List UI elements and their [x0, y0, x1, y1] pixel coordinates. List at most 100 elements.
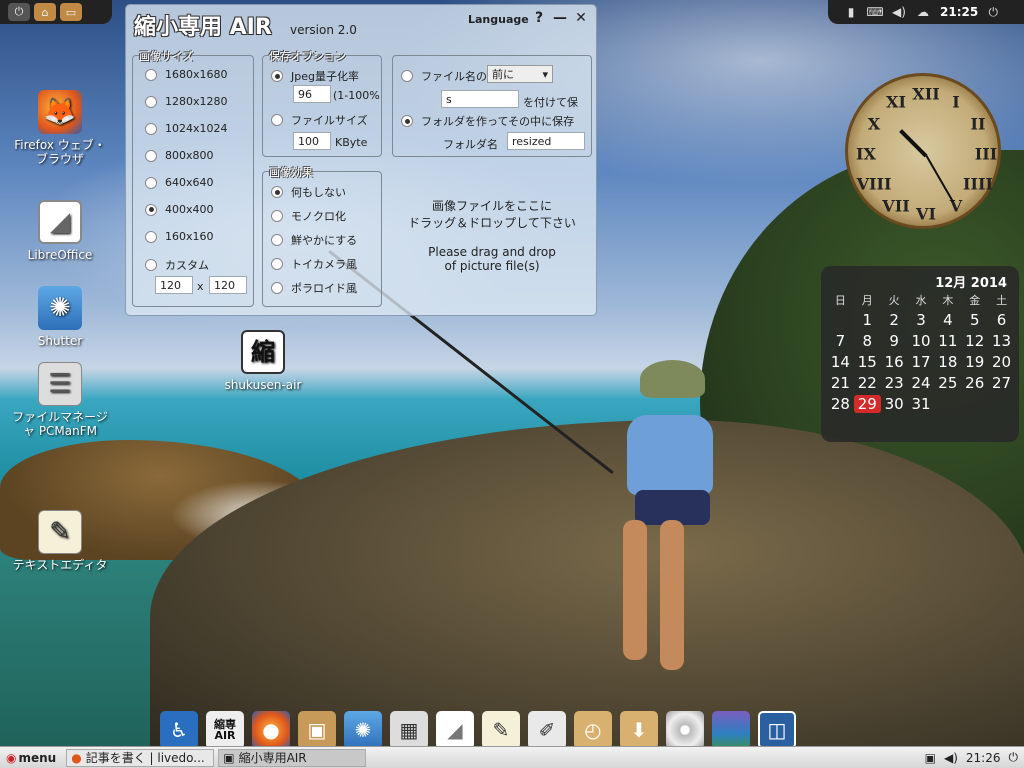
- calendar-day[interactable]: 14: [827, 353, 854, 371]
- calendar-day[interactable]: 15: [854, 353, 881, 371]
- effect-option-selected[interactable]: 何もしない: [271, 184, 346, 200]
- package-installer-icon[interactable]: ▣: [298, 711, 336, 749]
- calendar-day[interactable]: [988, 395, 1015, 413]
- shutter-icon[interactable]: ✺: [344, 711, 382, 749]
- size-option[interactable]: 160x160: [145, 230, 214, 243]
- calendar-day[interactable]: 16: [881, 353, 908, 371]
- folder-icon[interactable]: ▭: [60, 3, 82, 21]
- filename-option[interactable]: ファイル名の: [401, 68, 487, 84]
- power-icon[interactable]: ⏻: [8, 3, 30, 21]
- calendar-day[interactable]: 26: [961, 374, 988, 392]
- calendar-day[interactable]: 22: [854, 374, 881, 392]
- calendar-day[interactable]: 27: [988, 374, 1015, 392]
- effect-option[interactable]: トイカメラ風: [271, 256, 357, 272]
- effect-option[interactable]: ポラロイド風: [271, 280, 357, 296]
- taskbar-clock[interactable]: 21:26: [966, 751, 1001, 765]
- calendar-day[interactable]: 2: [881, 311, 908, 329]
- workspace-icon[interactable]: ◫: [758, 711, 796, 749]
- suffix-field[interactable]: s: [441, 90, 519, 108]
- size-option[interactable]: 800x800: [145, 149, 214, 162]
- calendar-day[interactable]: 23: [881, 374, 908, 392]
- file-size-option[interactable]: ファイルサイズ: [271, 112, 368, 128]
- calendar-day[interactable]: [961, 395, 988, 413]
- calendar-day[interactable]: 12: [961, 332, 988, 350]
- jpeg-quality-option[interactable]: Jpeg量子化率: [271, 68, 359, 84]
- weather-icon[interactable]: ☁: [914, 4, 932, 20]
- download-icon[interactable]: ⬇: [620, 711, 658, 749]
- notepad-icon[interactable]: ✐: [528, 711, 566, 749]
- libreoffice-icon[interactable]: ◢: [436, 711, 474, 749]
- network-icon[interactable]: ▣: [925, 751, 936, 765]
- calendar-day[interactable]: 5: [961, 311, 988, 329]
- volume-icon[interactable]: ◀): [944, 751, 958, 765]
- size-option[interactable]: 1680x1680: [145, 68, 228, 81]
- calendar-day[interactable]: 9: [881, 332, 908, 350]
- disc-icon[interactable]: [666, 711, 704, 749]
- signal-icon[interactable]: ▮: [842, 4, 860, 20]
- calendar-day[interactable]: 17: [908, 353, 935, 371]
- size-option[interactable]: 1280x1280: [145, 95, 228, 108]
- task-firefox[interactable]: ● 記事を書く | livedo...: [66, 748, 215, 767]
- calendar-day[interactable]: 30: [881, 395, 908, 413]
- top-clock[interactable]: 21:25: [940, 5, 978, 19]
- calendar-day[interactable]: 21: [827, 374, 854, 392]
- jpeg-quality-field[interactable]: 96: [293, 85, 331, 103]
- effect-option[interactable]: モノクロ化: [271, 208, 346, 224]
- desktop-icon-libreoffice[interactable]: ◢ LibreOffice: [12, 200, 108, 262]
- power-icon[interactable]: ⏻: [1009, 750, 1019, 765]
- menu-button[interactable]: ◉ menu: [0, 751, 62, 765]
- calendar-day[interactable]: 24: [908, 374, 935, 392]
- language-button[interactable]: Language: [468, 13, 529, 26]
- task-shukusen-air[interactable]: ▣ 縮小専用AIR: [218, 748, 367, 767]
- calendar-day[interactable]: 10: [908, 332, 935, 350]
- help-button[interactable]: ?: [531, 10, 547, 26]
- desktop-icon-shukusen-air[interactable]: 縮 shukusen-air: [215, 330, 311, 392]
- accessibility-icon[interactable]: ♿: [160, 711, 198, 749]
- shukusen-air-window[interactable]: 縮小専用 AIR version 2.0 Language ? — ✕ 画像サイ…: [125, 4, 597, 316]
- desktop-icon-firefox[interactable]: 🦊 Firefox ウェブ・ブラウザ: [12, 90, 108, 166]
- calendar-day[interactable]: 4: [934, 311, 961, 329]
- size-option[interactable]: 1024x1024: [145, 122, 228, 135]
- size-option-selected[interactable]: 400x400: [145, 203, 214, 216]
- calendar-day[interactable]: 11: [934, 332, 961, 350]
- calculator-icon[interactable]: ▦: [390, 711, 428, 749]
- calendar-day[interactable]: 19: [961, 353, 988, 371]
- effect-option[interactable]: 鮮やかにする: [271, 232, 357, 248]
- text-editor-icon[interactable]: ✎: [482, 711, 520, 749]
- calendar-day[interactable]: 13: [988, 332, 1015, 350]
- calendar-day[interactable]: 6: [988, 311, 1015, 329]
- close-button[interactable]: ✕: [573, 10, 589, 26]
- desktop-icon-shutter[interactable]: ✺ Shutter: [12, 286, 108, 348]
- shukusen-air-icon[interactable]: 縮専 AIR: [206, 711, 244, 749]
- calendar-day[interactable]: 7: [827, 332, 854, 350]
- keyboard-icon[interactable]: ⌨: [866, 4, 884, 20]
- calendar-day[interactable]: 18: [934, 353, 961, 371]
- minimize-button[interactable]: —: [552, 10, 568, 26]
- size-option[interactable]: 640x640: [145, 176, 214, 189]
- calendar-day[interactable]: 28: [827, 395, 854, 413]
- volume-icon[interactable]: ◀): [890, 4, 908, 20]
- size-option-custom[interactable]: カスタム: [145, 257, 209, 273]
- calendar-day[interactable]: 1: [854, 311, 881, 329]
- position-dropdown[interactable]: 前に ▾: [487, 65, 553, 83]
- calendar-day[interactable]: 31: [908, 395, 935, 413]
- wallpaper-icon[interactable]: [712, 711, 750, 749]
- calendar-day[interactable]: 8: [854, 332, 881, 350]
- calendar-day-today[interactable]: 29: [853, 395, 881, 413]
- home-icon[interactable]: ⌂: [34, 3, 56, 21]
- desktop-icon-file-manager[interactable]: ☰ ファイルマネージャ PCManFM: [12, 362, 108, 438]
- folder-option[interactable]: フォルダを作ってその中に保存: [401, 113, 574, 129]
- calendar-day[interactable]: 20: [988, 353, 1015, 371]
- calendar-day[interactable]: [827, 311, 854, 329]
- custom-width-field[interactable]: 120: [155, 276, 193, 294]
- folder-name-field[interactable]: resized: [507, 132, 585, 150]
- desktop-icon-text-editor[interactable]: ✎ テキストエディタ: [12, 510, 108, 572]
- power-icon[interactable]: ⏻: [984, 4, 1002, 20]
- drop-zone[interactable]: 画像ファイルをここに ドラッグ＆ドロップして下さい Please drag an…: [392, 171, 592, 307]
- file-size-field[interactable]: 100: [293, 132, 331, 150]
- calendar-day[interactable]: 3: [908, 311, 935, 329]
- custom-height-field[interactable]: 120: [209, 276, 247, 294]
- firefox-icon[interactable]: ●: [252, 711, 290, 749]
- calendar-day[interactable]: 25: [934, 374, 961, 392]
- calendar-day[interactable]: [934, 395, 961, 413]
